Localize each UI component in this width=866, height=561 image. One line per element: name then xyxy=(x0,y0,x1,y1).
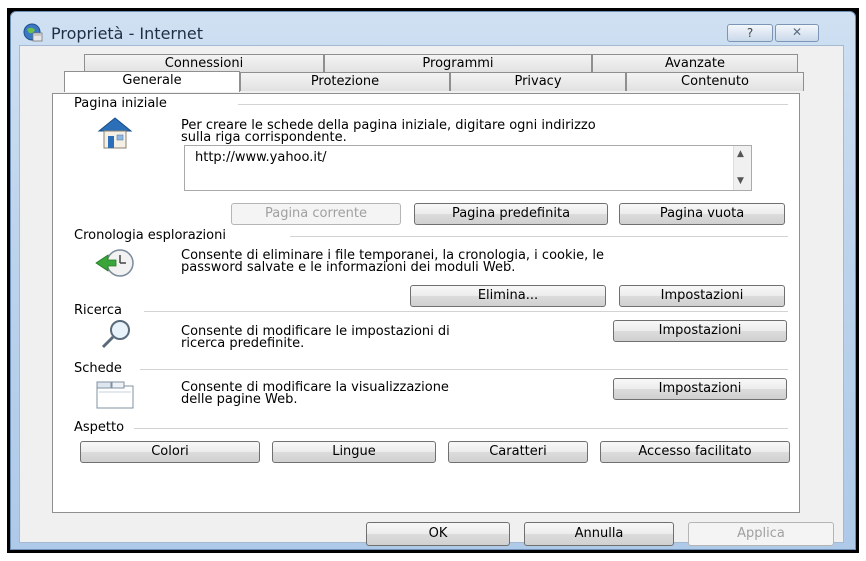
search-icon xyxy=(101,320,130,349)
tab-general[interactable]: Generale xyxy=(64,71,240,92)
colors-button[interactable]: Colori xyxy=(80,441,260,463)
window-title: Proprietà - Internet xyxy=(51,24,203,43)
close-icon: ✕ xyxy=(791,25,803,39)
scroll-up-icon[interactable]: ▲ xyxy=(737,149,744,159)
close-button[interactable]: ✕ xyxy=(775,24,819,42)
tab-security[interactable]: Protezione xyxy=(240,72,450,91)
appearance-group-label: Aspetto xyxy=(74,420,125,435)
tab-label: Avanzate xyxy=(665,56,725,71)
apply-button[interactable]: Applica xyxy=(688,522,834,546)
tab-label: Connessioni xyxy=(164,56,244,71)
tabs-group-label: Schede xyxy=(74,361,122,376)
tab-label: Privacy xyxy=(514,74,562,89)
title-bar[interactable]: Proprietà - Internet ? ✕ xyxy=(11,12,855,44)
browsing-history-icon xyxy=(95,249,134,277)
cancel-button[interactable]: Annulla xyxy=(524,522,674,546)
tab-programs[interactable]: Programmi xyxy=(324,54,592,73)
tab-label: Contenuto xyxy=(681,74,749,89)
ok-button[interactable]: OK xyxy=(366,522,510,546)
tabs-separator xyxy=(140,369,788,370)
tab-label: Generale xyxy=(122,73,182,88)
use-blank-page-button[interactable]: Pagina vuota xyxy=(619,203,785,225)
internet-globe-icon xyxy=(23,23,43,42)
languages-button[interactable]: Lingue xyxy=(272,441,436,463)
tabs-description-line2: delle pagine Web. xyxy=(181,392,298,407)
browsing-history-separator xyxy=(290,236,788,237)
search-group-label: Ricerca xyxy=(74,303,122,318)
tabs-icon xyxy=(96,381,134,409)
search-settings-button[interactable]: Impostazioni xyxy=(613,320,787,342)
tab-privacy[interactable]: Privacy xyxy=(450,72,626,91)
tab-label: Programmi xyxy=(422,56,494,71)
home-page-url: http://www.yahoo.it/ xyxy=(195,150,327,165)
accessibility-button[interactable]: Accesso facilitato xyxy=(600,441,790,463)
home-page-separator xyxy=(238,104,788,105)
delete-history-button[interactable]: Elimina... xyxy=(410,285,606,307)
use-default-page-button[interactable]: Pagina predefinita xyxy=(414,203,608,225)
tabs-settings-button[interactable]: Impostazioni xyxy=(613,378,787,400)
home-page-group-label: Pagina iniziale xyxy=(74,96,167,111)
browsing-history-group-label: Cronologia esplorazioni xyxy=(74,228,226,243)
help-button[interactable]: ? xyxy=(727,24,773,42)
appearance-separator xyxy=(134,428,788,429)
tab-content[interactable]: Contenuto xyxy=(626,72,804,91)
textarea-scrollbar[interactable]: ▲ ▼ xyxy=(733,146,751,190)
search-description-line2: ricerca predefinite. xyxy=(181,336,305,351)
help-icon: ? xyxy=(746,26,754,40)
fonts-button[interactable]: Caratteri xyxy=(448,441,588,463)
home-page-description-line2: sulla riga corrispondente. xyxy=(181,130,347,145)
search-separator xyxy=(144,311,788,312)
home-page-url-textarea[interactable]: http://www.yahoo.it/ ▲ ▼ xyxy=(184,145,752,191)
browsing-history-description-line2: password salvate e le informazioni dei m… xyxy=(181,260,516,275)
use-current-page-button[interactable]: Pagina corrente xyxy=(231,203,401,225)
history-settings-button[interactable]: Impostazioni xyxy=(619,285,785,307)
tab-advanced[interactable]: Avanzate xyxy=(592,54,798,73)
tab-label: Protezione xyxy=(310,74,380,89)
scroll-down-icon[interactable]: ▼ xyxy=(737,176,744,186)
home-icon xyxy=(97,117,133,149)
